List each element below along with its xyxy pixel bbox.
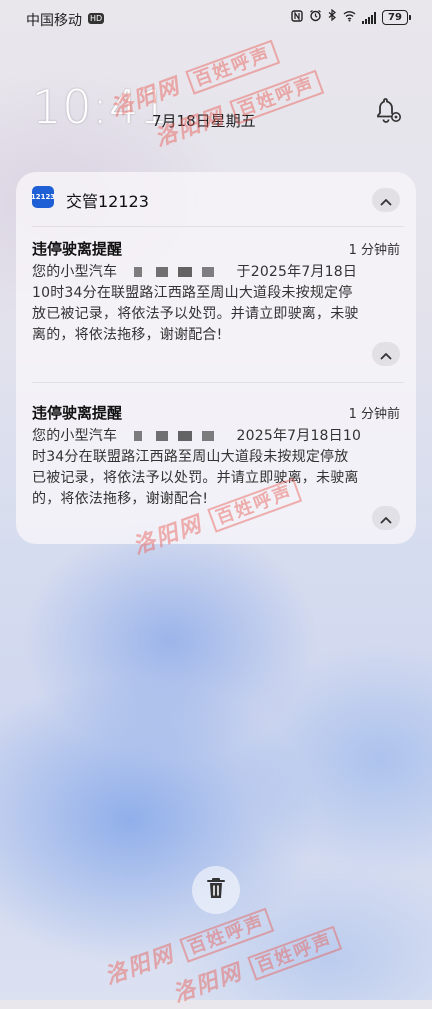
- app-icon: 12123: [31, 186, 55, 208]
- notification-item[interactable]: 违停驶离提醒 1 分钟前 您的小型汽车 2025年7月18日10时34分在联盟路…: [16, 402, 416, 542]
- notification-title: 违停驶离提醒: [32, 240, 123, 258]
- notification-group-header[interactable]: 12123 交管12123: [16, 172, 416, 226]
- lockscreen-date: 7月18日星期五: [152, 112, 256, 130]
- redacted-plate: [121, 431, 232, 441]
- trash-icon: [205, 876, 227, 904]
- notification-group-card[interactable]: 12123 交管12123 违停驶离提醒 1 分钟前 您的小型汽车 于2025年…: [16, 172, 416, 544]
- notification-time: 1 分钟前: [348, 243, 400, 258]
- app-name: 交管12123: [66, 192, 149, 211]
- watermark-brand: 百姓呼声: [184, 39, 280, 95]
- bell-settings-icon: [372, 98, 404, 130]
- status-bar: 中国移动 HD 79: [0, 0, 432, 40]
- watermark-site: 洛阳网: [101, 940, 179, 990]
- clear-notifications-button[interactable]: [192, 866, 240, 914]
- divider: [32, 382, 404, 383]
- status-icons: 79: [291, 8, 411, 26]
- notification-body: 您的小型汽车 2025年7月18日10时34分在联盟路江西路至周山大道段未按规定…: [32, 426, 362, 510]
- expand-notification-button[interactable]: [372, 342, 400, 366]
- notification-body: 您的小型汽车 于2025年7月18日10时34分在联盟路江西路至周山大道段未按规…: [32, 262, 362, 346]
- watermark: 洛阳网 百姓呼声: [150, 63, 324, 152]
- nfc-icon: [291, 9, 303, 26]
- notification-title: 违停驶离提醒: [32, 404, 123, 422]
- notification-settings-button[interactable]: [372, 96, 404, 126]
- notification-item[interactable]: 违停驶离提醒 1 分钟前 您的小型汽车 于2025年7月18日10时34分在联盟…: [16, 238, 416, 378]
- bluetooth-icon: [328, 8, 337, 26]
- battery-indicator: 79: [382, 10, 411, 25]
- watermark-site: 洛阳网: [169, 958, 247, 1008]
- wifi-signal-icon: [343, 10, 356, 26]
- alarm-icon: [309, 9, 322, 26]
- body-prefix: 您的小型汽车: [32, 428, 118, 444]
- carrier-name: 中国移动: [26, 13, 82, 29]
- collapse-group-button[interactable]: [372, 188, 400, 212]
- chevron-up-icon: [380, 509, 392, 528]
- chevron-up-icon: [380, 345, 392, 364]
- watermark: 洛阳网 百姓呼声: [100, 901, 274, 990]
- watermark-brand: 百姓呼声: [178, 907, 274, 963]
- chevron-up-icon: [380, 191, 392, 210]
- hd-badge: HD: [88, 13, 105, 24]
- divider: [32, 226, 404, 227]
- body-prefix: 您的小型汽车: [32, 264, 118, 280]
- watermark: 洛阳网 百姓呼声: [168, 919, 342, 1008]
- lockscreen-time: 10:41: [32, 80, 170, 134]
- notification-time: 1 分钟前: [348, 407, 400, 422]
- cell-signal-icon: [362, 11, 376, 24]
- watermark-brand: 百姓呼声: [246, 925, 342, 981]
- redacted-plate: [121, 267, 232, 277]
- expand-notification-button[interactable]: [372, 506, 400, 530]
